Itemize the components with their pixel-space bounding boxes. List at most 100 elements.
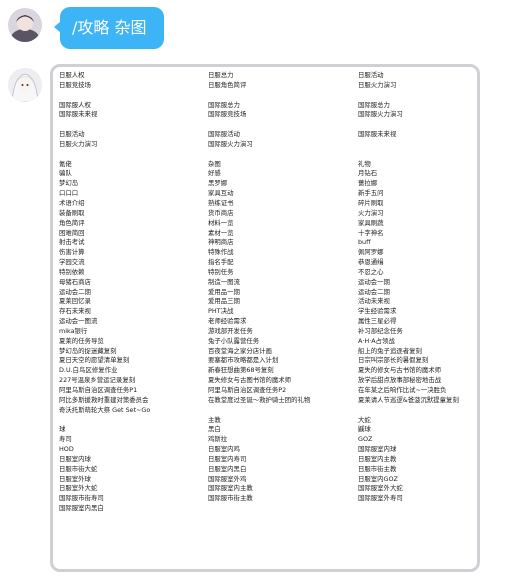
command-column-middle: 日服总力 日服角色简评 国际服总力 国际服竞技场 国际服活动 国际服火力演习 杂图 好感 黑罗娜… <box>208 71 310 504</box>
command-item: 国际服室内球 <box>358 445 397 454</box>
command-item: 佩阿罗娜 <box>358 248 384 257</box>
command-item: 骗队 <box>59 169 72 178</box>
command-item: 特别任务 <box>208 267 234 276</box>
command-item: 日服室外大蛇 <box>59 484 98 493</box>
command-item: 礼物 <box>358 159 371 168</box>
command-item: 国际服室外鸡 <box>208 474 247 483</box>
command-item: 家具互动 <box>208 189 234 198</box>
command-item: 鼷球 <box>358 425 371 434</box>
command-item: 主教 <box>208 415 221 424</box>
command-item: 日服室内主教 <box>358 454 397 463</box>
command-item: 国际服未来视 <box>59 110 98 119</box>
command-item: 日服总力 <box>208 71 234 79</box>
command-item: 恭恩通缉 <box>358 258 384 267</box>
command-item: D.U.白鸟区修复作业 <box>59 366 118 375</box>
command-item: 国际服总力 <box>358 100 390 109</box>
bot-avatar[interactable] <box>8 68 42 102</box>
command-item: 日服人权 <box>59 71 85 79</box>
command-item: 家具刷蔬 <box>358 218 384 227</box>
command-item <box>208 406 310 416</box>
command-item: 国际服室内黑白 <box>59 504 104 513</box>
command-item: 氪佬 <box>59 159 72 168</box>
command-item: 兔子小队露营任务 <box>208 336 260 345</box>
command-item: 大蛇 <box>358 415 371 424</box>
command-item: 新手五问 <box>358 189 384 198</box>
command-item: 国际服室外大蛇 <box>358 484 403 493</box>
command-item: 奇沃托斯萌轮大祭 Get Set~Go <box>59 405 151 414</box>
command-item: 特殊作战 <box>208 248 234 257</box>
command-item: 国际服市街主教 <box>208 494 253 503</box>
command-item: 好感 <box>208 169 221 178</box>
command-item: 在教堂度过圣诞～救护骑士团的礼物 <box>208 395 311 404</box>
command-item: 游戏部开发任务 <box>208 326 253 335</box>
command-item <box>208 91 310 101</box>
command-item: 鸡斯拉 <box>208 435 228 444</box>
command-item: 爱用品一期 <box>208 287 240 296</box>
command-item: 运动会二期 <box>59 287 91 296</box>
command-item: 夏失的修女与古书馆的魔术师 <box>358 366 442 375</box>
command-item: 老师经验需求 <box>208 317 247 326</box>
command-item: 特别依赖 <box>59 267 85 276</box>
command-item: 国际服火力演习 <box>208 139 253 148</box>
command-item: 日服活动 <box>59 130 85 139</box>
command-item: 日服室内GOZ <box>358 474 398 483</box>
user-message-text: /攻略 杂图 <box>72 18 147 37</box>
command-item: 国际服人权 <box>59 100 91 109</box>
command-item: 日服室内鸡 <box>208 445 240 454</box>
command-item: 日服室内球 <box>59 454 91 463</box>
command-item <box>358 150 459 160</box>
command-item: 夏日天空的愿望清单复刻 <box>59 356 130 365</box>
command-item: 黑白 <box>208 425 221 434</box>
command-item: 射击考试 <box>59 238 85 247</box>
command-item: 在年某之后响作比试~一决胜负 <box>358 386 447 394</box>
command-item: 百夜堂海之家分店计画 <box>208 346 272 355</box>
command-item: 国际服未来视 <box>358 130 397 139</box>
command-item <box>358 120 459 130</box>
command-item: 薔拉娜 <box>358 179 378 188</box>
command-item: 日服竞技场 <box>59 80 91 89</box>
command-item: 材料一览 <box>208 218 234 227</box>
command-item: 火力演习 <box>358 208 384 217</box>
command-item: 指名手配 <box>208 258 234 267</box>
command-item <box>358 140 459 150</box>
command-item: 熟练证书 <box>208 198 234 207</box>
command-item: 补习部纪念任务 <box>358 326 403 335</box>
command-item: 船上的兔子追逐者复刻 <box>358 346 422 355</box>
command-item: 要塞都市攻略都是入计划 <box>208 356 279 365</box>
command-item: 夏莱的任务导览 <box>59 336 104 345</box>
command-item <box>59 91 150 101</box>
command-item: 黑罗娜 <box>208 179 228 188</box>
command-item: GOZ <box>358 435 373 444</box>
command-item: 日服角色简评 <box>208 80 247 89</box>
command-item: 日服火力演习 <box>59 139 98 148</box>
command-item: PHT决战 <box>208 307 234 316</box>
command-item: 日服室内寿司 <box>208 454 247 463</box>
command-item: 属性三星必得 <box>358 317 397 326</box>
command-item: 夏失修女与古图书馆的魔术师 <box>208 376 292 385</box>
command-item: 活动未来视 <box>358 297 390 306</box>
command-item: 素材一览 <box>208 228 234 237</box>
command-item: 国际服总力 <box>208 100 240 109</box>
command-item: 阿里乌斯自治区调查任务P2 <box>208 386 287 394</box>
command-item: 球 <box>59 425 66 434</box>
command-item: 国际服活动 <box>208 130 240 139</box>
command-item: 寿司 <box>59 435 72 444</box>
command-item: mika银行 <box>59 326 88 335</box>
command-item <box>208 120 310 130</box>
command-item: 梦幻岛的捉迷藏复刻 <box>59 346 117 355</box>
command-item: 装备刷取 <box>59 208 85 217</box>
command-item: 杂图 <box>208 159 221 168</box>
user-avatar[interactable] <box>8 8 42 42</box>
command-item <box>59 120 150 130</box>
command-item: A·H·A占领战 <box>358 336 395 345</box>
command-item: 母猪石商店 <box>59 277 91 286</box>
command-item: 学生经验需求 <box>358 307 397 316</box>
command-item: 国际服室内主教 <box>208 484 253 493</box>
command-item: 困难简回 <box>59 228 85 237</box>
command-item: 夏莱回忆录 <box>59 297 91 306</box>
command-item: 国际服竞技场 <box>208 110 247 119</box>
command-item: 国际服室外寿司 <box>358 494 403 503</box>
command-item: 国际服火力演习 <box>358 110 403 119</box>
command-item: 国际服市街寿司 <box>59 494 104 503</box>
command-item: 放学后甜点放事部秘密地击战 <box>358 376 442 385</box>
